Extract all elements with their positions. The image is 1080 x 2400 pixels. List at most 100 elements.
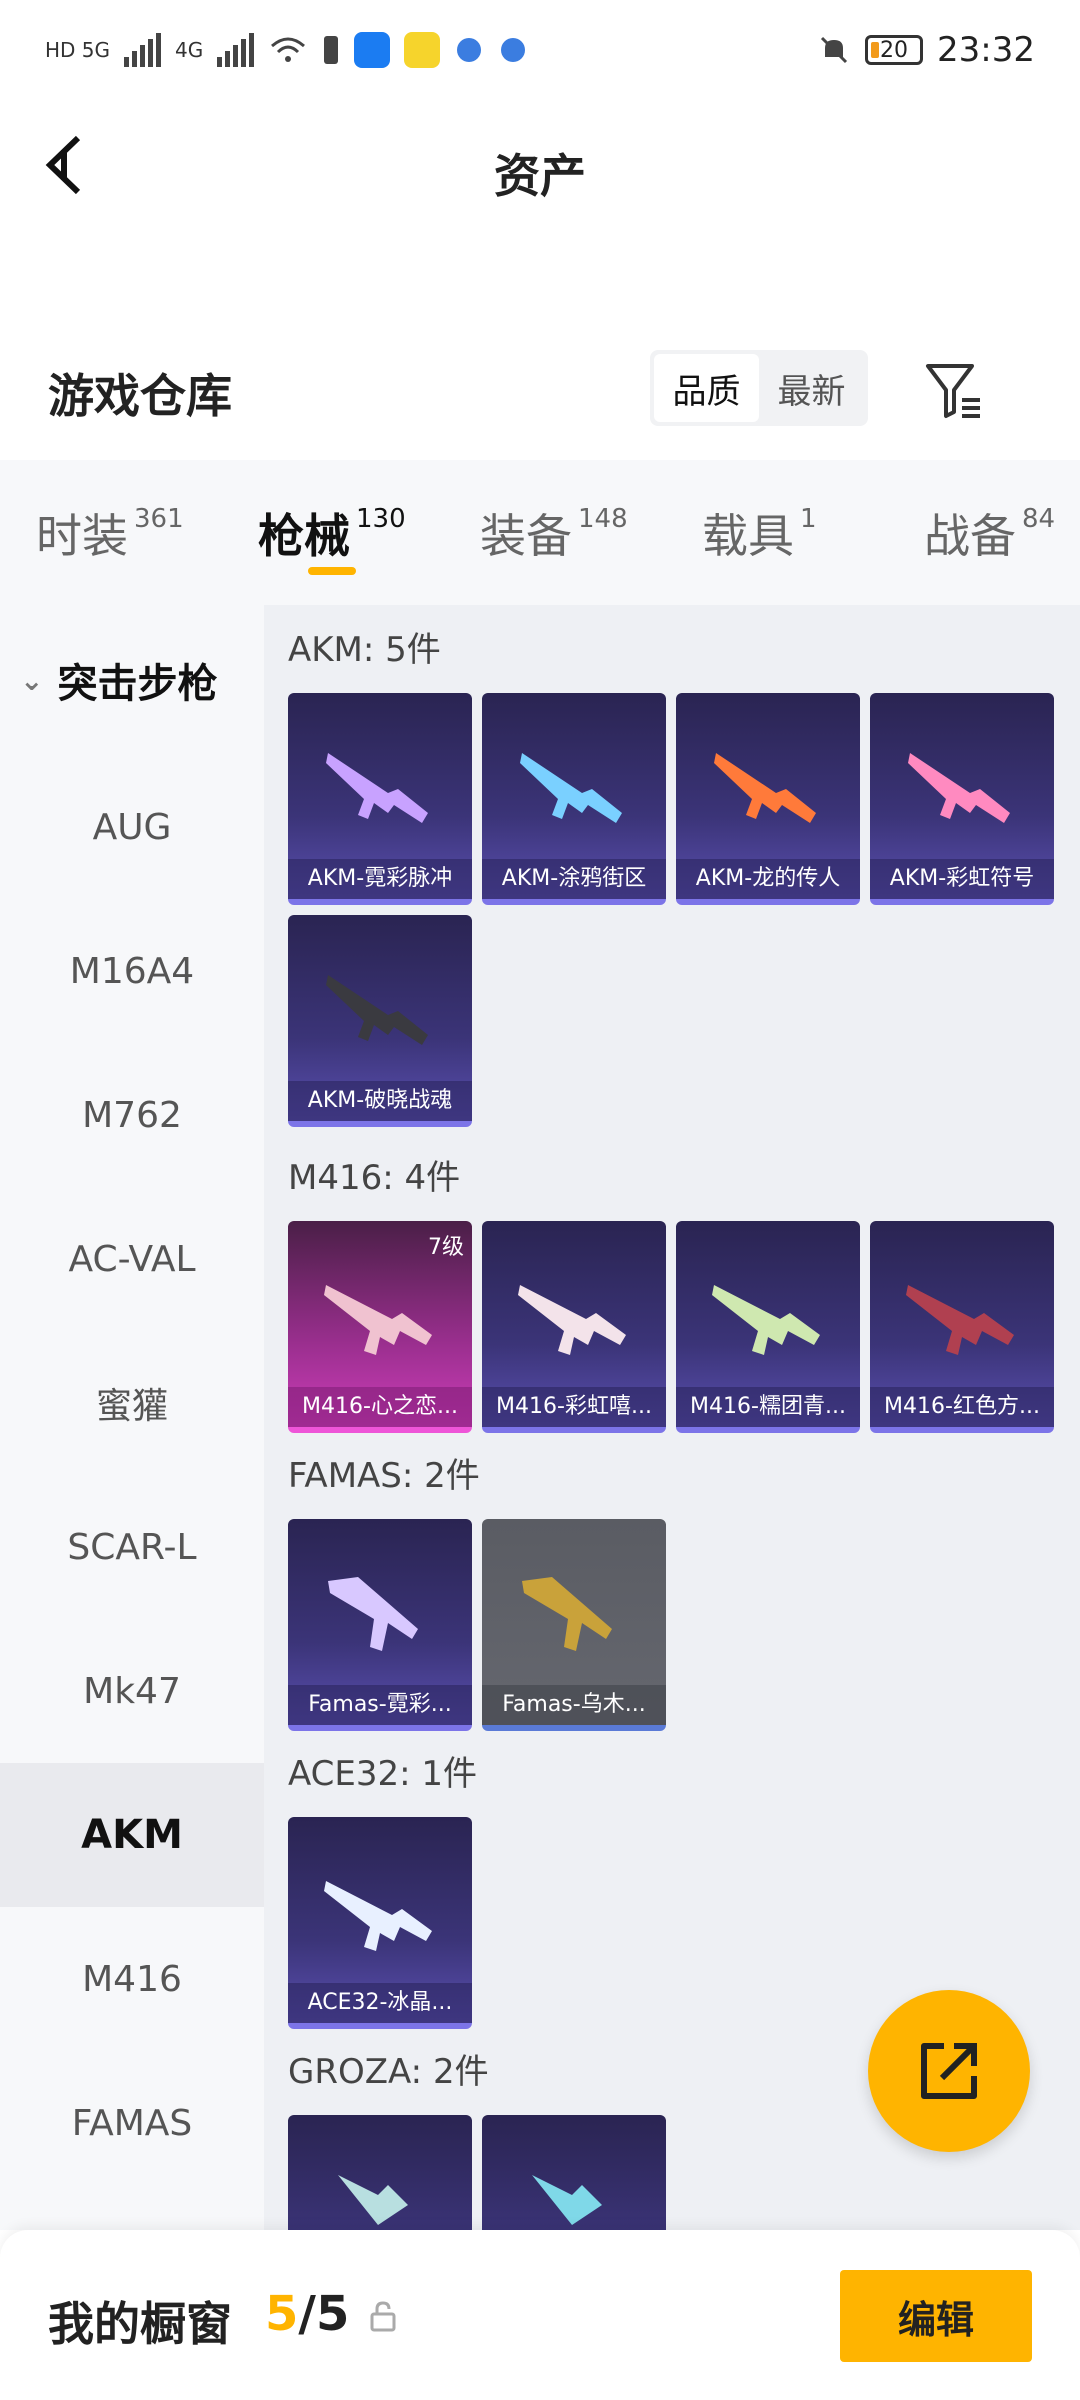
battery-icon: 20 — [865, 35, 924, 65]
skin-name: M416-心之恋... — [288, 1387, 472, 1427]
app-header: 资产 — [0, 100, 1080, 240]
skin-card[interactable]: M416-糯团青... — [676, 1221, 860, 1433]
edit-button[interactable]: 编辑 — [840, 2270, 1032, 2362]
sidebar-item-aug[interactable]: AUG — [0, 755, 264, 899]
signal-icon — [124, 33, 162, 67]
skin-card[interactable] — [482, 2115, 666, 2230]
item-grid: AKM-霓彩脉冲 AKM-涂鸦街区 AKM-龙的传人 AKM-彩虹符号 AKM-… — [288, 693, 1080, 1127]
app-icon-a — [354, 32, 391, 68]
tab-label: 装备 — [480, 508, 572, 563]
sort-newest-button[interactable]: 最新 — [759, 354, 864, 422]
skin-card[interactable]: AKM-破晓战魂 — [288, 915, 472, 1127]
rifle-icon — [712, 1285, 820, 1355]
network-label: HD 5G — [45, 38, 111, 62]
skin-card[interactable]: Famas-乌木... — [482, 1519, 666, 1731]
rifle-icon — [326, 975, 428, 1045]
battery-level: 20 — [880, 37, 909, 63]
sidebar-group-assault-rifles[interactable]: ⌄ 突击步枪 — [0, 605, 264, 755]
sidebar-item-ac-val[interactable]: AC-VAL — [0, 1187, 264, 1331]
weapon-list: AKM: 5件 AKM-霓彩脉冲 AKM-涂鸦街区 AKM-龙的传人 AKM-彩… — [264, 605, 1080, 2230]
app-icon-b — [404, 32, 441, 68]
rifle-icon — [326, 753, 428, 823]
category-title: ACE32: 1件 — [288, 1754, 478, 1794]
rifle-icon — [328, 1577, 418, 1651]
chevron-down-icon: ⌄ — [20, 663, 44, 697]
item-grid: Famas-霓彩... Famas-乌木... — [288, 1519, 1080, 1731]
skin-name: M416-彩虹嘻... — [482, 1387, 666, 1427]
rifle-icon — [324, 1881, 432, 1951]
tab-count: 148 — [578, 503, 628, 534]
showcase-count: 5/5 — [265, 2286, 349, 2342]
clock: 23:32 — [937, 30, 1035, 70]
sidebar-item-mk47[interactable]: Mk47 — [0, 1619, 264, 1763]
filter-button[interactable] — [920, 356, 990, 426]
rifle-icon — [522, 1577, 612, 1651]
skin-name: ACE32-冰晶... — [288, 1983, 472, 2023]
category-tabs: 时装 361 枪械 130 装备 148 载具 1 战备 84 — [0, 460, 1080, 605]
skin-card[interactable]: AKM-龙的传人 — [676, 693, 860, 905]
tab-label: 战备 — [924, 508, 1016, 563]
tab-vehicles[interactable]: 载具 1 — [702, 460, 924, 605]
showcase-current: 5 — [265, 2286, 299, 2342]
sidebar-item-scar-l[interactable]: SCAR-L — [0, 1475, 264, 1619]
skin-name: AKM-彩虹符号 — [870, 859, 1054, 899]
category-title: FAMAS: 2件 — [288, 1456, 480, 1496]
sidebar-item-m762[interactable]: M762 — [0, 1043, 264, 1187]
rifle-icon — [338, 2175, 408, 2225]
skin-name: M416-糯团青... — [676, 1387, 860, 1427]
skin-card[interactable]: Famas-霓彩... — [288, 1519, 472, 1731]
tab-label: 枪械 — [258, 508, 350, 563]
share-out-icon — [921, 2043, 977, 2099]
lock-icon — [368, 2300, 398, 2342]
page-title: 资产 — [494, 149, 586, 203]
tab-label: 时装 — [36, 508, 128, 563]
network-label-2: 4G — [175, 38, 204, 62]
sidebar-item-honey-badger[interactable]: 蜜獾 — [0, 1331, 264, 1475]
skin-card[interactable]: AKM-霓彩脉冲 — [288, 693, 472, 905]
level-tag: 7级 — [428, 1235, 464, 1260]
skin-card[interactable]: M416-彩虹嘻... — [482, 1221, 666, 1433]
weapon-sidebar: ⌄ 突击步枪 AUG M16A4 M762 AC-VAL 蜜獾 SCAR-L M… — [0, 605, 264, 2230]
sort-toggle: 品质 最新 — [650, 350, 868, 426]
skin-card[interactable]: 7级 M416-心之恋... — [288, 1221, 472, 1433]
skin-card[interactable]: AKM-彩虹符号 — [870, 693, 1054, 905]
tab-count: 84 — [1022, 503, 1056, 534]
status-right: 20 23:32 — [817, 30, 1035, 70]
skin-name: AKM-破晓战魂 — [288, 1081, 472, 1121]
skin-card[interactable]: M416-红色方... — [870, 1221, 1054, 1433]
skin-name: AKM-涂鸦街区 — [482, 859, 666, 899]
rifle-icon — [520, 753, 622, 823]
rifle-icon — [518, 1285, 626, 1355]
rifle-icon — [908, 753, 1010, 823]
showcase-title: 我的橱窗 — [48, 2297, 232, 2351]
warehouse-title: 游戏仓库 — [48, 369, 232, 423]
rifle-icon — [906, 1285, 1014, 1355]
sidebar-item-m416[interactable]: M416 — [0, 1907, 264, 2051]
warehouse-header: 游戏仓库 品质 最新 — [0, 340, 1080, 460]
category-title: AKM: 5件 — [288, 630, 441, 670]
tab-count: 361 — [134, 503, 184, 534]
tab-guns[interactable]: 枪械 130 — [258, 460, 480, 605]
status-bar: HD 5G 4G 20 23:32 — [0, 0, 1080, 100]
tab-supplies[interactable]: 战备 84 — [924, 460, 1074, 605]
item-grid: 7级 M416-心之恋... M416-彩虹嘻... M416-糯团青... M… — [288, 1221, 1080, 1433]
skin-card[interactable] — [288, 2115, 472, 2230]
skin-name: AKM-霓彩脉冲 — [288, 859, 472, 899]
sidebar-item-famas[interactable]: FAMAS — [0, 2051, 264, 2195]
tab-count: 130 — [356, 503, 406, 534]
app-icon-d — [501, 38, 526, 62]
sidebar-item-m16a4[interactable]: M16A4 — [0, 899, 264, 1043]
sort-quality-button[interactable]: 品质 — [654, 354, 759, 422]
skin-name: Famas-乌木... — [482, 1685, 666, 1725]
sidebar-item-akm[interactable]: AKM — [0, 1763, 264, 1907]
sim-icon — [324, 36, 339, 64]
category-title: M416: 4件 — [288, 1158, 461, 1198]
share-button[interactable] — [868, 1990, 1030, 2152]
active-tab-indicator — [308, 567, 356, 575]
tab-outfit[interactable]: 时装 361 — [36, 460, 258, 605]
skin-card[interactable]: ACE32-冰晶... — [288, 1817, 472, 2029]
skin-card[interactable]: AKM-涂鸦街区 — [482, 693, 666, 905]
skin-name: AKM-龙的传人 — [676, 859, 860, 899]
showcase-total: /5 — [298, 2286, 350, 2342]
tab-equipment[interactable]: 装备 148 — [480, 460, 702, 605]
